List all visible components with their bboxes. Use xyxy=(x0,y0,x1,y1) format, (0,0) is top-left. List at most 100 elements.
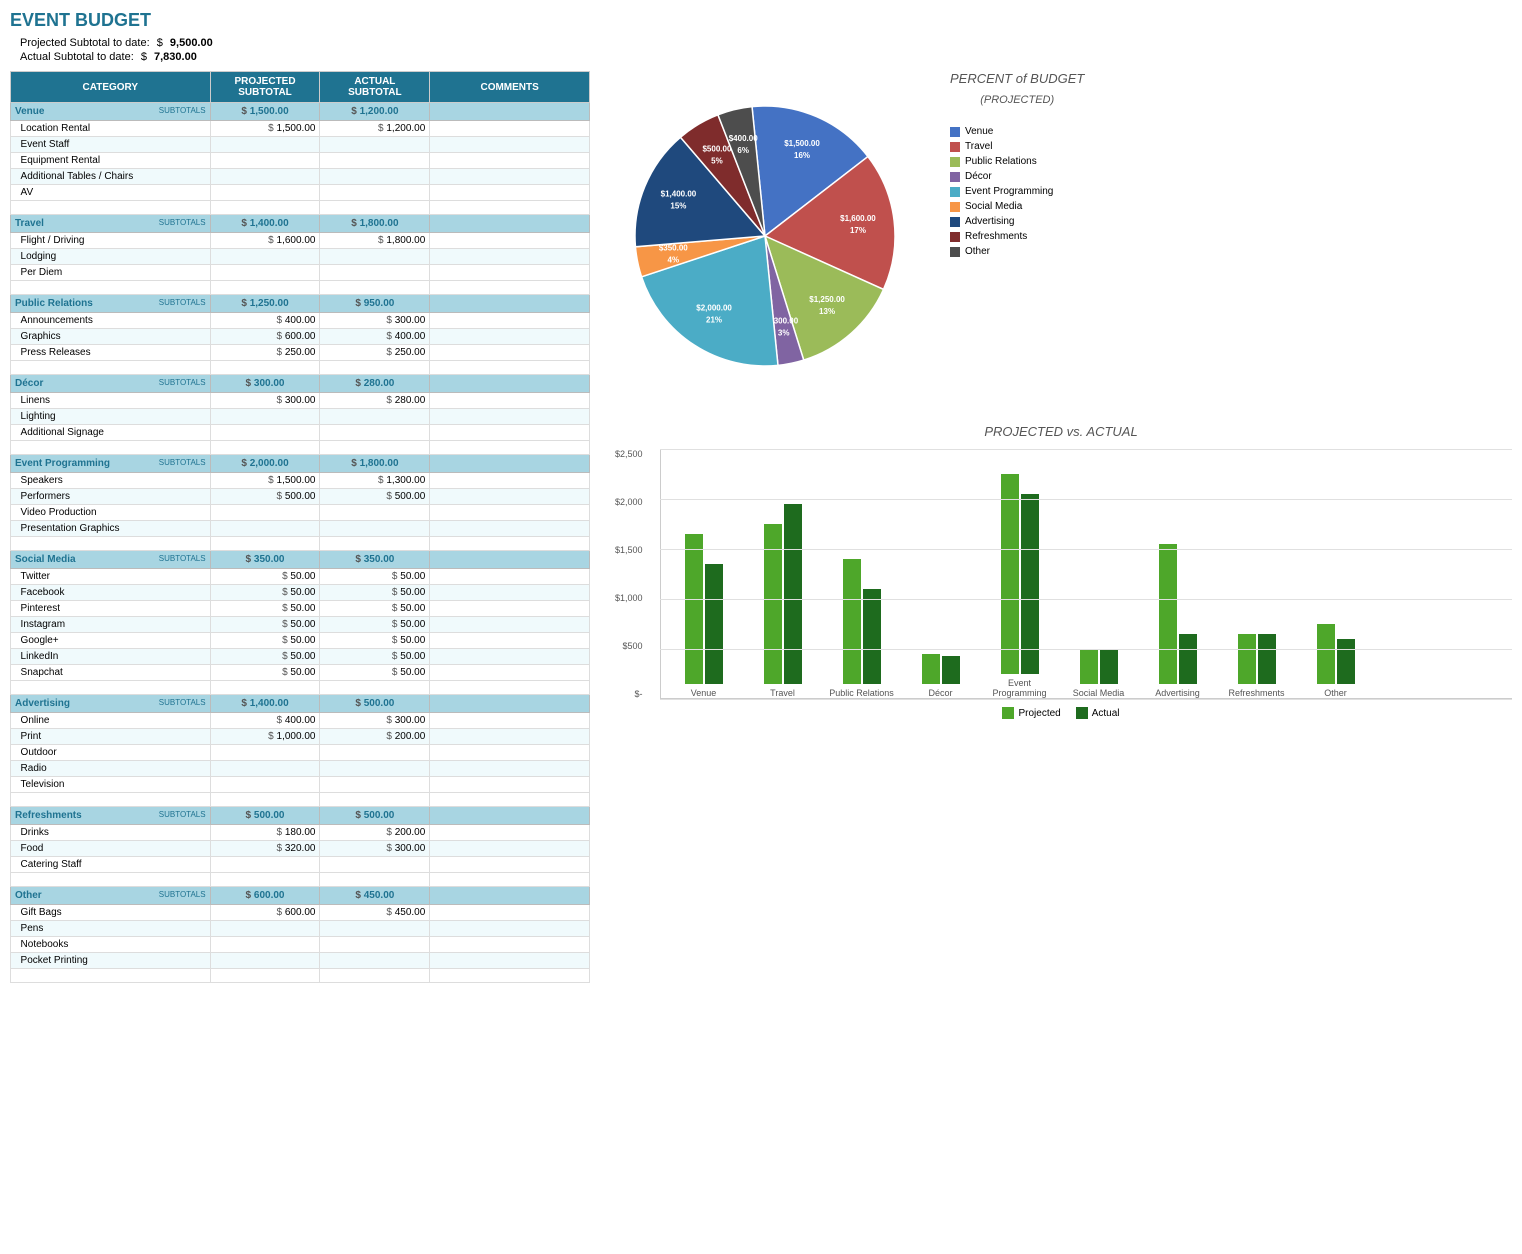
actual-dollar: $ xyxy=(141,51,147,63)
bar-legend-item: Actual xyxy=(1076,707,1120,719)
bar-actual xyxy=(863,589,881,684)
bar-projected xyxy=(764,524,782,684)
bar-legend-item: Projected xyxy=(1002,707,1060,719)
bar-group: Venue xyxy=(671,534,736,698)
legend-item: Event Programming xyxy=(950,186,1084,197)
table-row: Drinks $ 180.00 $ 200.00 xyxy=(11,825,590,841)
table-row xyxy=(11,441,590,455)
table-row: Location Rental $ 1,500.00 $ 1,200.00 xyxy=(11,121,590,137)
legend-color xyxy=(950,157,960,167)
bar-group: Other xyxy=(1303,624,1368,698)
y-axis-label: $1,500 xyxy=(615,545,643,555)
bar-group-label: Refreshments xyxy=(1224,688,1289,698)
legend-label: Refreshments xyxy=(965,231,1027,242)
pie-pct-label: 5% xyxy=(711,157,723,166)
bar-projected xyxy=(1159,544,1177,684)
y-axis-label: $1,000 xyxy=(615,593,643,603)
actual-subtotal-value: 7,830.00 xyxy=(154,51,197,63)
bar-projected xyxy=(1080,649,1098,684)
table-row: Online $ 400.00 $ 300.00 xyxy=(11,713,590,729)
header-category: CATEGORY xyxy=(11,72,211,103)
legend-color xyxy=(950,247,960,257)
bar-group-label: Décor xyxy=(908,688,973,698)
table-header: CATEGORY PROJECTED SUBTOTAL ACTUAL SUBTO… xyxy=(11,72,590,103)
table-row: Public RelationsSUBTOTALS $ 1,250.00 $ 9… xyxy=(11,295,590,313)
legend-item: Refreshments xyxy=(950,231,1084,242)
pie-legend-area: PERCENT of BUDGET (PROJECTED) VenueTrave… xyxy=(950,71,1084,261)
table-row xyxy=(11,537,590,551)
table-row: Notebooks xyxy=(11,937,590,953)
table-row: Pinterest $ 50.00 $ 50.00 xyxy=(11,601,590,617)
pie-label: $1,400.00 xyxy=(661,189,697,198)
legend-label: Advertising xyxy=(965,216,1014,227)
legend-item: Venue xyxy=(950,126,1084,137)
table-row: Food $ 320.00 $ 300.00 xyxy=(11,841,590,857)
pie-pct-label: 16% xyxy=(794,151,810,160)
bar-projected xyxy=(1238,634,1256,684)
table-row: Graphics $ 600.00 $ 400.00 xyxy=(11,329,590,345)
bar-group: Décor xyxy=(908,654,973,698)
table-row: Press Releases $ 250.00 $ 250.00 xyxy=(11,345,590,361)
bar-legend-label: Actual xyxy=(1092,708,1120,719)
table-row: Twitter $ 50.00 $ 50.00 xyxy=(11,569,590,585)
legend-item: Advertising xyxy=(950,216,1084,227)
table-row: Event Staff xyxy=(11,137,590,153)
legend-color xyxy=(950,172,960,182)
table-row: VenueSUBTOTALS $ 1,500.00 $ 1,200.00 xyxy=(11,103,590,121)
y-axis-label: $2,500 xyxy=(615,449,643,459)
projected-dollar: $ xyxy=(157,37,163,49)
bar-legend-color xyxy=(1002,707,1014,719)
table-row: DécorSUBTOTALS $ 300.00 $ 280.00 xyxy=(11,375,590,393)
bar-projected xyxy=(1317,624,1335,684)
legend-color xyxy=(950,232,960,242)
table-row: TravelSUBTOTALS $ 1,400.00 $ 1,800.00 xyxy=(11,215,590,233)
table-row xyxy=(11,969,590,983)
table-row: Snapchat $ 50.00 $ 50.00 xyxy=(11,665,590,681)
actual-subtotal-label: Actual Subtotal to date: xyxy=(20,51,134,63)
y-axis-label: $500 xyxy=(623,641,643,651)
pie-pct-label: 4% xyxy=(668,256,680,265)
bar-actual xyxy=(705,564,723,684)
projected-subtotal-row: Projected Subtotal to date: $ 9,500.00 xyxy=(10,37,1512,49)
header-projected: PROJECTED SUBTOTAL xyxy=(210,72,320,103)
bar-actual xyxy=(1021,494,1039,674)
bar-title: PROJECTED vs. ACTUAL xyxy=(610,424,1512,439)
bar-group-label: Public Relations xyxy=(829,688,894,698)
table-row: Television xyxy=(11,777,590,793)
bar-actual xyxy=(1179,634,1197,684)
pie-label: $500.00 xyxy=(702,145,731,154)
bar-actual xyxy=(1258,634,1276,684)
bar-actual xyxy=(1100,649,1118,684)
bar-actual xyxy=(942,656,960,684)
legend-item: Public Relations xyxy=(950,156,1084,167)
bar-group: Advertising xyxy=(1145,544,1210,698)
legend-label: Social Media xyxy=(965,201,1022,212)
bar-section: PROJECTED vs. ACTUAL $2,500$2,000$1,500$… xyxy=(610,424,1512,719)
pie-pct-label: 3% xyxy=(778,329,790,338)
bar-projected xyxy=(1001,474,1019,674)
table-row: Lodging xyxy=(11,249,590,265)
table-row: Print $ 1,000.00 $ 200.00 xyxy=(11,729,590,745)
legend-label: Public Relations xyxy=(965,156,1037,167)
table-row: Facebook $ 50.00 $ 50.00 xyxy=(11,585,590,601)
legend-item: Social Media xyxy=(950,201,1084,212)
table-row xyxy=(11,361,590,375)
table-row: Video Production xyxy=(11,505,590,521)
table-row: Gift Bags $ 600.00 $ 450.00 xyxy=(11,905,590,921)
projected-subtotal-value: 9,500.00 xyxy=(170,37,213,49)
table-row: LinkedIn $ 50.00 $ 50.00 xyxy=(11,649,590,665)
pie-subtitle: (PROJECTED) xyxy=(950,94,1084,106)
projected-subtotal-label: Projected Subtotal to date: xyxy=(20,37,150,49)
bar-projected xyxy=(843,559,861,684)
table-row: Per Diem xyxy=(11,265,590,281)
table-row: Equipment Rental xyxy=(11,153,590,169)
table-row: Additional Signage xyxy=(11,425,590,441)
table-row: Catering Staff xyxy=(11,857,590,873)
table-row: Radio xyxy=(11,761,590,777)
header-actual: ACTUAL SUBTOTAL xyxy=(320,72,430,103)
bar-group: Refreshments xyxy=(1224,634,1289,698)
table-row xyxy=(11,281,590,295)
bar-chart-wrapper: $2,500$2,000$1,500$1,000$500$- VenueTrav… xyxy=(660,449,1512,699)
legend-label: Event Programming xyxy=(965,186,1053,197)
bar-legend-color xyxy=(1076,707,1088,719)
